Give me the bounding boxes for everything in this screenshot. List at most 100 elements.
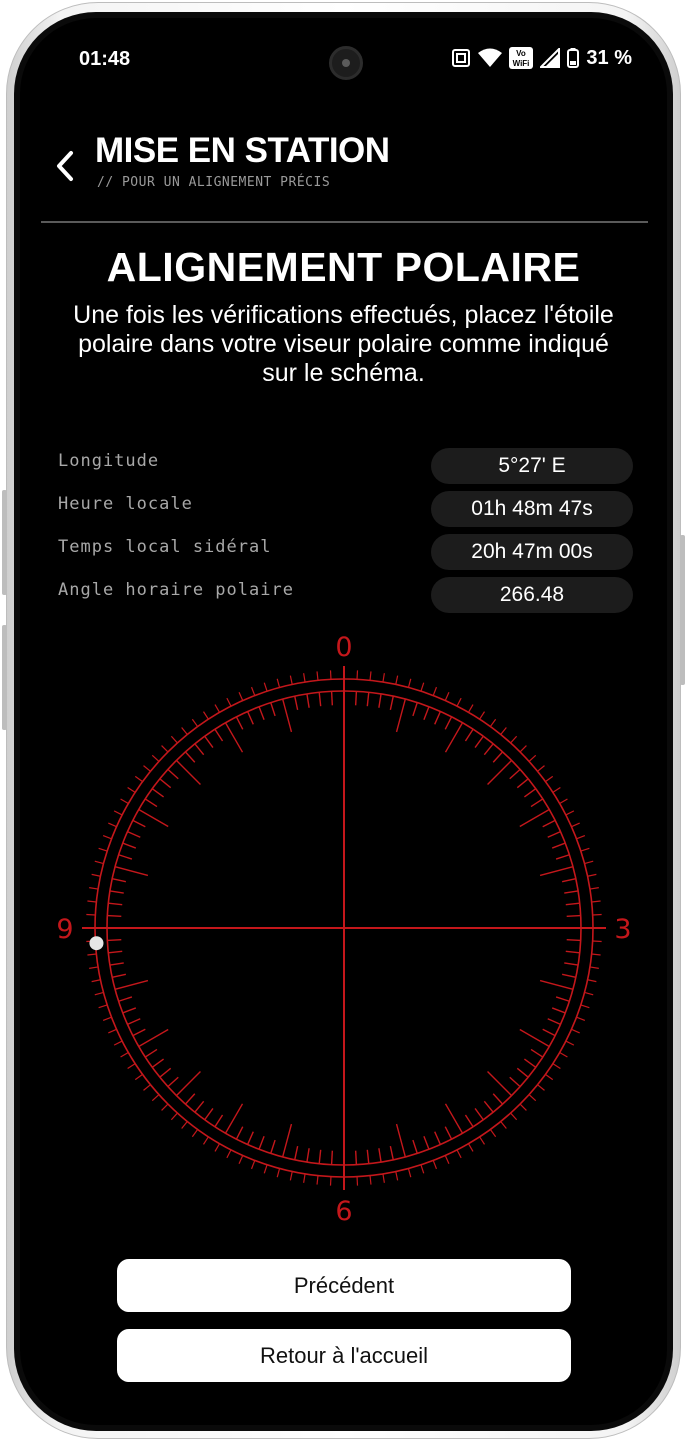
reticle-outer-tick <box>587 873 597 877</box>
reticle-inner-tick <box>434 711 442 725</box>
reticle-outer-tick <box>89 887 99 890</box>
reticle-outer-tick <box>316 671 319 681</box>
status-time: 01:48 <box>79 48 131 70</box>
reticle-outer-tick <box>161 745 169 753</box>
reticle-outer-tick <box>382 673 385 683</box>
reticle-inner-tick <box>523 788 537 798</box>
reticle-inner-tick <box>483 1100 494 1113</box>
reticle-inner-tick <box>306 693 310 708</box>
reticle-inner-tick <box>127 830 141 838</box>
reticle-inner-tick <box>464 1114 474 1128</box>
reticle-inner-tick <box>258 706 265 721</box>
previous-button[interactable]: Précédent <box>117 1259 571 1312</box>
reticle-outer-tick <box>102 1016 112 1022</box>
reticle-outer-tick <box>102 834 112 840</box>
reticle-inner-tick <box>354 691 358 706</box>
reticle-outer-tick <box>113 810 123 816</box>
reticle-inner-tick <box>564 962 579 966</box>
reticle-label-0: 0 <box>335 632 352 663</box>
reticle-outer-tick <box>276 1168 281 1178</box>
polar-hour-angle-value: 266.48 <box>431 577 633 613</box>
reticle-inner-tick <box>258 1135 265 1150</box>
reticle-outer-tick <box>576 1016 586 1022</box>
reticle-outer-tick <box>584 860 594 865</box>
reticle-inner-tick <box>444 1103 464 1134</box>
reticle-outer-tick <box>565 1040 575 1046</box>
reticle-outer-tick <box>369 671 372 681</box>
reticle-outer-tick <box>571 822 580 828</box>
reticle-inner-tick <box>547 1018 561 1026</box>
status-icons: Vo WiFi 31 % <box>451 46 632 70</box>
reticle-inner-tick <box>306 1148 310 1163</box>
sidereal-time-label: Temps local sidéral <box>58 537 272 557</box>
reticle-outer-tick <box>250 1160 256 1170</box>
reticle-inner-tick <box>519 808 550 828</box>
section-title: ALIGNEMENT POLAIRE <box>106 244 581 290</box>
reticle-inner-tick <box>561 878 576 883</box>
reticle-inner-tick <box>547 830 561 838</box>
reticle-inner-tick <box>127 1018 141 1026</box>
reticle-outer-tick <box>87 900 97 903</box>
polar-scope-reticle: 0 3 6 9 <box>56 632 631 1227</box>
reticle-inner-tick <box>539 979 574 991</box>
reticle-outer-tick <box>214 704 221 713</box>
reticle-inner-tick <box>474 1107 484 1121</box>
vowifi-bottom-text: WiFi <box>513 59 530 68</box>
page-title: MISE EN STATION <box>95 131 390 170</box>
home-button[interactable]: Retour à l'accueil <box>117 1329 571 1382</box>
polaris-star-marker <box>89 936 104 951</box>
reticle-outer-tick <box>289 1171 293 1181</box>
reticle-outer-tick <box>589 887 599 890</box>
reticle-inner-tick <box>551 842 566 849</box>
reticle-outer-tick <box>238 1155 244 1164</box>
reticle-inner-tick <box>281 1123 293 1158</box>
reticle-outer-tick <box>432 1160 438 1170</box>
reticle-outer-tick <box>87 953 97 956</box>
reticle-inner-tick <box>214 728 224 742</box>
reticle-outer-tick <box>289 675 293 685</box>
back-button[interactable] <box>50 148 80 184</box>
reticle-outer-tick <box>276 678 281 688</box>
reticle-outer-tick <box>467 704 474 713</box>
reticle-outer-tick <box>108 822 117 828</box>
reticle-outer-tick <box>202 711 209 720</box>
reticle-outer-tick <box>591 900 601 903</box>
reticle-outer-tick <box>98 847 108 852</box>
reticle-label-6: 6 <box>335 1196 352 1227</box>
reticle-inner-tick <box>112 878 127 883</box>
reticle-inner-tick <box>132 1028 146 1037</box>
section-description: Une fois les vérifications effectués, pl… <box>73 301 614 387</box>
reticle-inner-tick <box>204 1107 214 1121</box>
reticle-inner-tick <box>434 1131 442 1145</box>
reticle-inner-tick <box>487 759 513 785</box>
reticle-outer-tick <box>98 1004 108 1009</box>
reticle-outer-tick <box>510 735 518 744</box>
reticle-outer-tick <box>91 979 101 983</box>
reticle-outer-tick <box>202 1136 209 1145</box>
reticle-inner-tick <box>246 711 254 725</box>
reticle-outer-tick <box>559 1051 568 1058</box>
reticle-inner-tick <box>318 692 322 707</box>
reticle-inner-tick <box>542 1028 556 1037</box>
reticle-outer-tick <box>559 798 568 805</box>
reticle-inner-tick <box>167 1076 179 1088</box>
reticle-inner-tick <box>516 1067 529 1078</box>
reticle-inner-tick <box>159 1067 172 1078</box>
reticle-outer-tick <box>369 1175 372 1185</box>
reticle-inner-tick <box>224 1103 244 1134</box>
reticle-outer-tick <box>552 786 561 793</box>
reticle-outer-tick <box>545 775 554 783</box>
reticle-inner-tick <box>204 735 214 749</box>
reticle-outer-tick <box>395 1171 399 1181</box>
reticle-inner-tick <box>144 1048 158 1058</box>
header-divider <box>41 221 648 223</box>
reticle-inner-tick <box>423 706 430 721</box>
reticle-outer-tick <box>500 1121 507 1129</box>
reticle-outer-tick <box>432 686 438 696</box>
reticle-outer-tick <box>528 1094 537 1102</box>
front-camera <box>329 46 363 80</box>
reticle-inner-tick <box>151 1058 165 1068</box>
reticle-outer-tick <box>587 979 597 983</box>
reticle-inner-tick <box>112 973 127 978</box>
reticle-inner-tick <box>444 716 453 730</box>
